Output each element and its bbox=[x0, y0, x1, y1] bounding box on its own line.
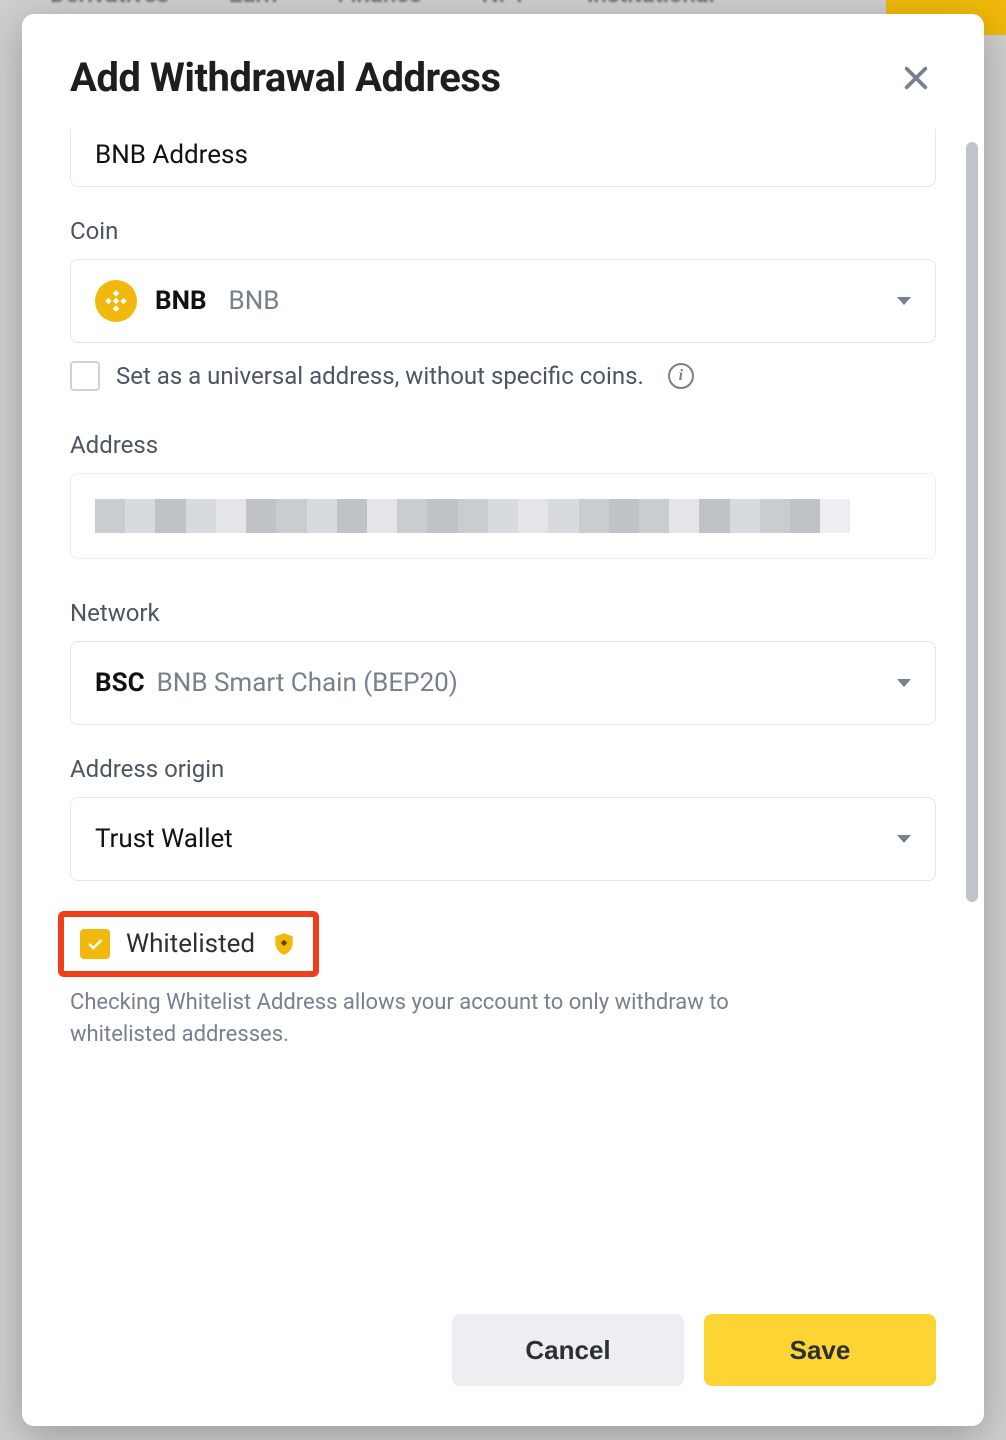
network-select-value: BSC BNB Smart Chain (BEP20) bbox=[95, 668, 458, 698]
modal-footer: Cancel Save bbox=[22, 1290, 984, 1426]
address-field: Address bbox=[70, 431, 936, 559]
scrollbar-thumb[interactable] bbox=[966, 142, 978, 902]
add-withdrawal-address-modal: Add Withdrawal Address BNB Address Coin … bbox=[22, 14, 984, 1426]
chevron-down-icon bbox=[897, 679, 911, 687]
network-symbol: BSC bbox=[95, 668, 145, 698]
coin-symbol: BNB bbox=[155, 286, 207, 316]
coin-label: Coin bbox=[70, 217, 936, 245]
address-label-field: BNB Address bbox=[70, 129, 936, 187]
whitelist-highlight: Whitelisted bbox=[58, 911, 319, 977]
coin-select-value: BNB BNB bbox=[95, 280, 279, 322]
shield-icon bbox=[271, 931, 297, 957]
modal-body: BNB Address Coin BNB BNB Set as a univer… bbox=[22, 129, 984, 1290]
universal-address-checkbox[interactable] bbox=[70, 361, 100, 391]
coin-name: BNB bbox=[229, 286, 280, 316]
chevron-down-icon bbox=[897, 297, 911, 305]
coin-select[interactable]: BNB BNB bbox=[70, 259, 936, 343]
coin-field: Coin BNB BNB Set as a universal address,… bbox=[70, 217, 936, 391]
modal-header: Add Withdrawal Address bbox=[22, 14, 984, 129]
whitelist-checkbox[interactable] bbox=[80, 929, 110, 959]
network-field: Network BSC BNB Smart Chain (BEP20) bbox=[70, 599, 936, 725]
universal-address-row: Set as a universal address, without spec… bbox=[70, 361, 936, 391]
universal-address-label: Set as a universal address, without spec… bbox=[116, 362, 644, 390]
whitelist-label: Whitelisted bbox=[126, 929, 255, 959]
info-icon[interactable]: i bbox=[668, 363, 694, 389]
address-origin-label: Address origin bbox=[70, 755, 936, 783]
bnb-coin-icon bbox=[95, 280, 137, 322]
close-icon bbox=[900, 62, 932, 94]
address-label: Address bbox=[70, 431, 936, 459]
check-icon bbox=[85, 934, 105, 954]
cancel-button[interactable]: Cancel bbox=[452, 1314, 684, 1386]
network-name: BNB Smart Chain (BEP20) bbox=[157, 668, 458, 698]
address-label-input[interactable]: BNB Address bbox=[70, 129, 936, 187]
modal-title: Add Withdrawal Address bbox=[70, 54, 501, 101]
network-select[interactable]: BSC BNB Smart Chain (BEP20) bbox=[70, 641, 936, 725]
address-label-value: BNB Address bbox=[95, 140, 248, 170]
whitelist-block: Whitelisted Checking Whitelist Address a… bbox=[70, 911, 936, 1051]
chevron-down-icon bbox=[897, 835, 911, 843]
close-button[interactable] bbox=[896, 58, 936, 98]
whitelist-description: Checking Whitelist Address allows your a… bbox=[70, 987, 830, 1051]
save-button[interactable]: Save bbox=[704, 1314, 936, 1386]
address-input[interactable] bbox=[70, 473, 936, 559]
address-origin-value: Trust Wallet bbox=[95, 824, 233, 854]
network-label: Network bbox=[70, 599, 936, 627]
address-origin-select[interactable]: Trust Wallet bbox=[70, 797, 936, 881]
address-redacted bbox=[95, 499, 911, 533]
address-origin-field: Address origin Trust Wallet bbox=[70, 755, 936, 881]
